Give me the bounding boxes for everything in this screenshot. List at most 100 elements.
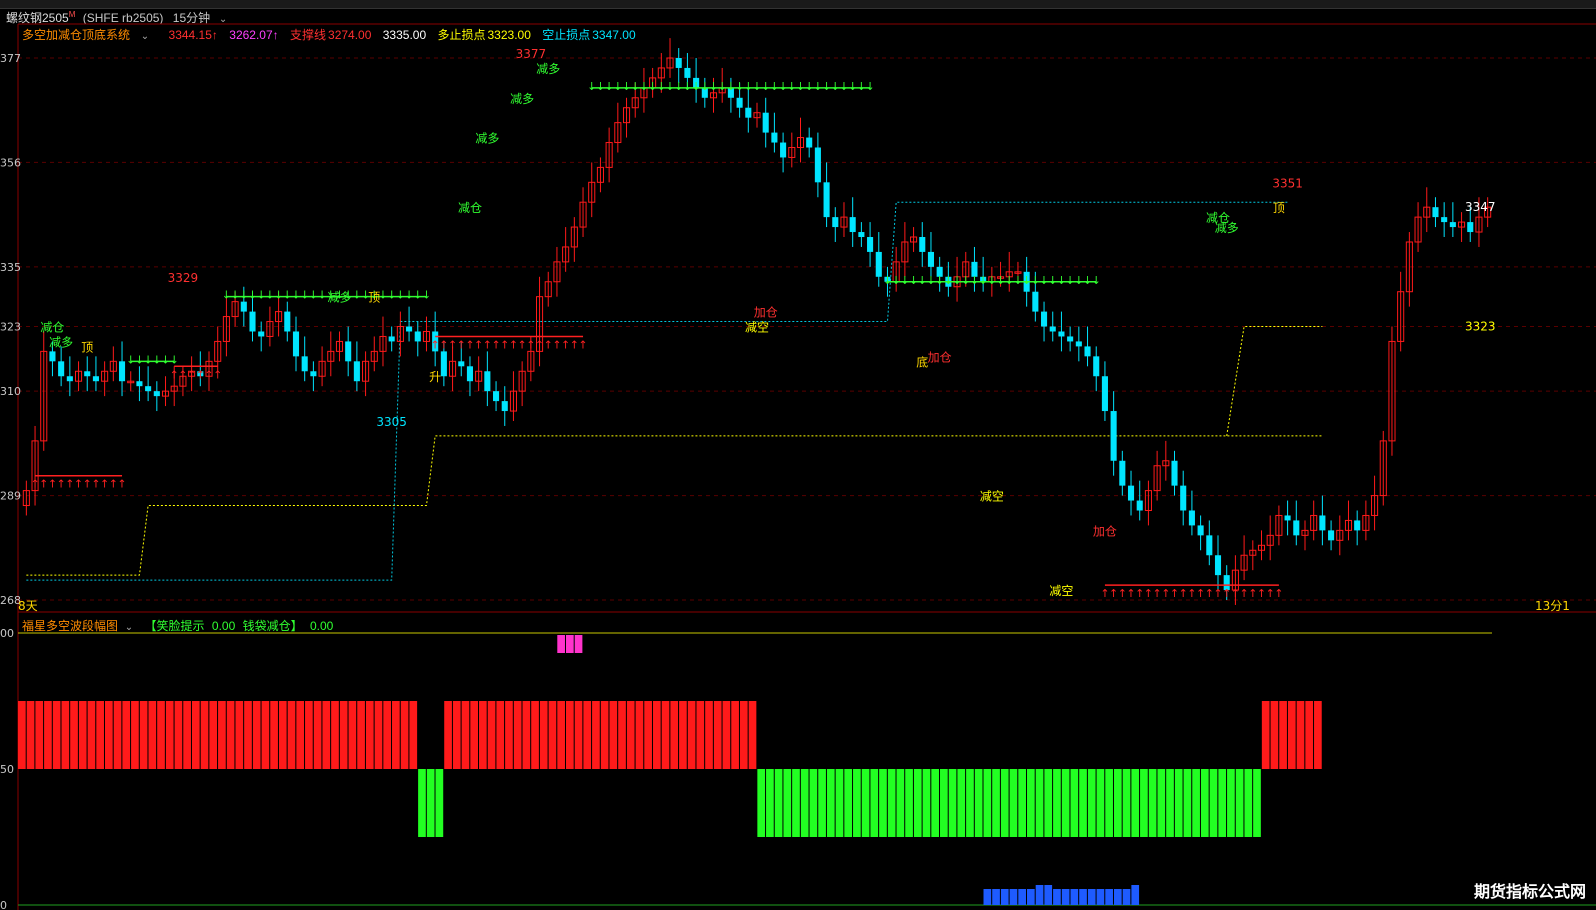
band-bar xyxy=(1000,769,1009,837)
band-bar xyxy=(1287,701,1296,769)
band-bar xyxy=(687,701,696,769)
candle-body xyxy=(1032,291,1039,312)
candle-body xyxy=(249,311,256,332)
band-bar xyxy=(496,701,505,769)
band-bar xyxy=(531,701,539,769)
band-bar xyxy=(1026,769,1035,837)
blue-volume-bar xyxy=(1000,889,1009,905)
price-tick-label: 377 xyxy=(0,52,21,65)
candle-body xyxy=(1093,356,1100,377)
band-bar xyxy=(148,701,157,769)
candle-body xyxy=(858,232,865,238)
blue-volume-bar xyxy=(1009,889,1018,905)
band-bar xyxy=(339,701,348,769)
band-bar xyxy=(609,701,618,769)
candle-body xyxy=(1058,331,1065,337)
candle-body xyxy=(310,371,317,377)
blue-volume-bar xyxy=(1087,889,1096,905)
candle-body xyxy=(406,326,413,332)
band-bar xyxy=(1183,769,1192,837)
band-bar xyxy=(887,769,896,837)
band-bar xyxy=(61,701,70,769)
candle-body xyxy=(1467,222,1474,233)
band-bar xyxy=(374,701,383,769)
candle-body xyxy=(1049,326,1056,332)
candle-body xyxy=(806,137,813,148)
band-bar xyxy=(635,701,644,769)
band-bar xyxy=(1235,769,1244,837)
candle-body xyxy=(1119,460,1126,486)
band-bar xyxy=(461,701,470,769)
band-bar xyxy=(818,769,826,837)
band-bar xyxy=(479,701,487,769)
band-bar xyxy=(644,701,652,769)
band-bar xyxy=(957,769,966,837)
band-bar xyxy=(1035,769,1044,837)
signal-annotation: 底 xyxy=(916,354,928,369)
price-chart[interactable]: 377356335323310289268↑ ↑ ↑ ↑ ↑ ↑ ↑ ↑ ↑ ↑ ↑↑ ↑ ↑ ↑ ↑ ↑↓ ↓… xyxy=(0,0,1596,910)
candle-body xyxy=(1319,515,1326,531)
candle-body xyxy=(832,217,839,228)
band-bar xyxy=(626,701,635,769)
candle-body xyxy=(145,386,152,392)
candle-body xyxy=(1171,460,1178,486)
magenta-signal-bar xyxy=(557,635,565,653)
band-bar xyxy=(618,701,626,769)
candle-body xyxy=(92,376,99,382)
band-bar xyxy=(696,701,705,769)
band-bar xyxy=(1218,769,1227,837)
blue-volume-bar xyxy=(1096,889,1105,905)
band-bar xyxy=(418,769,426,837)
band-bar xyxy=(35,701,44,769)
signal-annotation: 减多 xyxy=(475,132,499,146)
sub-tick-label: 00 xyxy=(0,627,14,640)
band-bar xyxy=(766,769,774,837)
band-bar xyxy=(1070,769,1079,837)
band-bar xyxy=(313,701,322,769)
high-mark-3329: 3329 xyxy=(168,271,199,285)
band-bar xyxy=(165,701,174,769)
band-bar xyxy=(1166,769,1174,837)
band-bar xyxy=(244,701,252,769)
long-stop-markers-arrow: ↑ xyxy=(117,478,126,491)
candle-body xyxy=(353,361,360,382)
band-bar xyxy=(287,701,296,769)
band-bar xyxy=(1192,769,1200,837)
candle-body xyxy=(484,371,491,392)
band-bar xyxy=(1061,769,1070,837)
band-bar xyxy=(18,701,26,769)
band-bar xyxy=(1122,769,1131,837)
signal-annotation: 顶 xyxy=(1273,201,1285,215)
band-bar xyxy=(1148,769,1157,837)
band-bar xyxy=(183,701,191,769)
band-bar xyxy=(931,769,940,837)
band-bar xyxy=(844,769,853,837)
candle-body xyxy=(301,356,308,372)
band-bar xyxy=(157,701,165,769)
candle-body xyxy=(919,237,926,252)
price-tick-label: 356 xyxy=(0,156,21,169)
signal-annotation: 升 xyxy=(429,370,441,384)
signal-annotation: 顶 xyxy=(81,340,93,354)
band-bar xyxy=(966,769,974,837)
time-label-left: 8天 xyxy=(18,599,38,613)
signal-annotation: 减多 xyxy=(536,62,560,76)
long-stop-markers-arrow: ↑ xyxy=(1274,587,1283,600)
band-bar xyxy=(1009,769,1018,837)
time-label-right: 13分1 xyxy=(1535,599,1570,613)
candle-body xyxy=(1284,515,1291,521)
band-bar xyxy=(592,701,600,769)
short-stop-markers-arrow: ↓ xyxy=(422,289,431,302)
candle-body xyxy=(771,132,778,143)
band-bar xyxy=(174,701,183,769)
band-bar xyxy=(444,701,452,769)
band-bar xyxy=(383,701,392,769)
candle-body xyxy=(736,97,743,108)
band-bar xyxy=(861,769,870,837)
band-bar xyxy=(409,701,418,769)
band-bar xyxy=(652,701,661,769)
band-bar xyxy=(800,769,809,837)
candle-body xyxy=(867,237,874,252)
band-bar xyxy=(974,769,983,837)
signal-annotation: 减多 xyxy=(1215,221,1239,235)
